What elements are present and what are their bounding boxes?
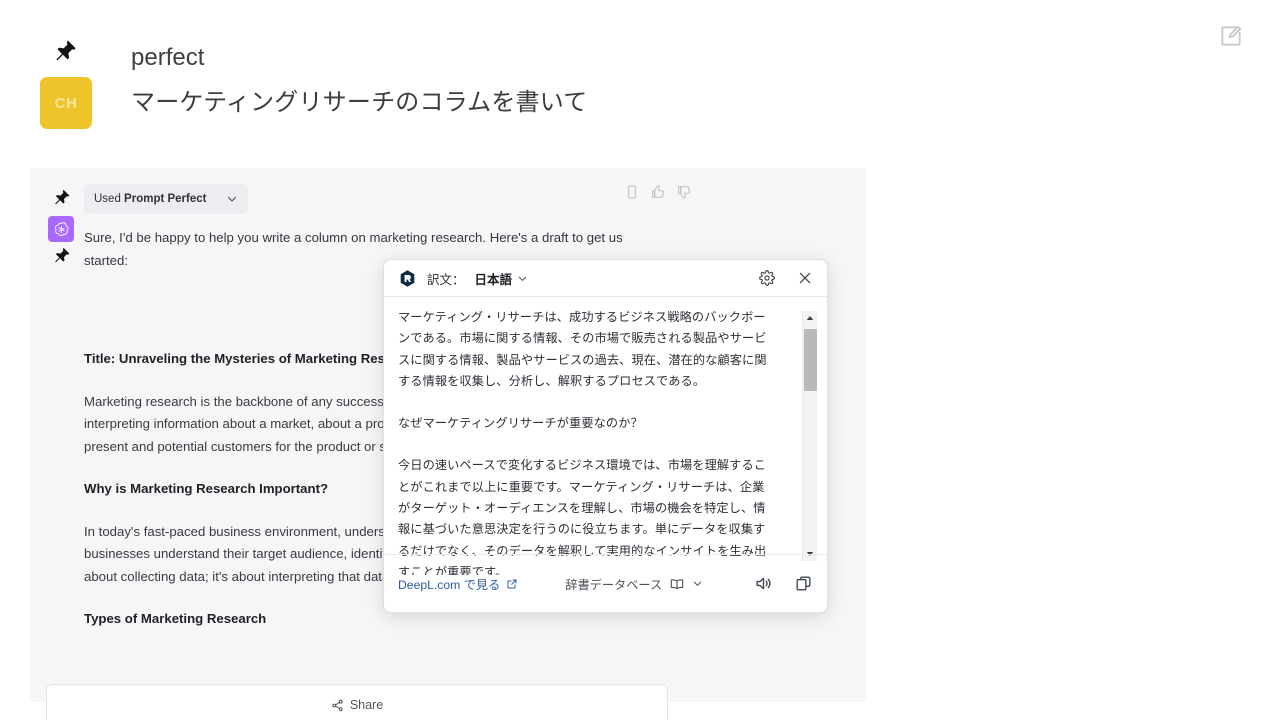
scrollbar-thumb[interactable] [804,329,817,391]
avatar-initials: CH [54,94,78,112]
deepl-language-selector[interactable]: 日本語 [475,269,513,288]
speaker-icon[interactable] [754,574,773,593]
page-title: perfect [131,44,205,71]
message-rail [44,188,78,272]
deepl-popup-footer: DeepL.com で見る 辞書データベース [384,554,827,612]
share-button[interactable]: Share [46,684,668,720]
page-subtitle: マーケティングリサーチのコラムを書いて [131,89,588,116]
deepl-scrollbar[interactable] [802,311,817,561]
book-icon [669,576,685,592]
pin-icon[interactable] [44,246,78,272]
close-icon[interactable] [797,270,813,286]
thumbs-up-icon[interactable] [650,184,666,200]
compose-edit-icon[interactable] [1218,23,1244,49]
share-icon [331,699,344,712]
external-link-icon [506,578,518,590]
deepl-translation-popup: 訳文： 日本語 マーケティング・リサーチは、成功するビジネス戦略のバックボーンで… [383,259,828,613]
page-header: CH perfect マーケティングリサーチのコラムを書いて [0,0,1280,150]
pin-icon [52,38,80,66]
used-prompt-perfect-dropdown[interactable]: Used Prompt Perfect [84,184,248,214]
pin-icon[interactable] [44,188,78,214]
dictionary-database-selector[interactable]: 辞書データベース [565,575,703,593]
message-actions [624,184,692,200]
intro-line-1: Sure, I'd be happy to help you write a c… [84,230,623,245]
chevron-down-icon[interactable] [692,578,703,589]
share-button-label: Share [349,698,384,712]
scroll-up-arrow-icon[interactable] [803,311,817,325]
deepl-logo-icon [398,269,417,288]
copy-stack-icon[interactable] [794,574,813,593]
chatgpt-logo-icon [48,216,74,242]
deepl-site-link[interactable]: DeepL.com で見る [398,575,518,593]
translation-paragraph: マーケティング・リサーチは、成功するビジネス戦略のバックボーンである。市場に関す… [398,310,767,388]
translation-paragraph: なぜマーケティングリサーチが重要なのか？ [398,416,643,431]
dictionary-label: 辞書データベース [565,577,663,592]
prompt-chip-label: Used Prompt Perfect [94,193,207,205]
deepl-translation-text: マーケティング・リサーチは、成功するビジネス戦略のバックボーンである。市場に関す… [398,307,770,575]
chevron-down-icon[interactable] [226,193,238,205]
avatar: CH [40,77,92,129]
deepl-popup-header: 訳文： 日本語 [384,260,827,297]
deepl-site-link-label: DeepL.com で見る [398,577,501,592]
deepl-translation-label: 訳文： [427,272,465,287]
copy-icon[interactable] [624,184,640,200]
chevron-down-icon[interactable] [517,273,528,284]
deepl-translation-body: マーケティング・リサーチは、成功するビジネス戦略のバックボーンである。市場に関す… [384,297,827,575]
gear-icon[interactable] [759,270,775,286]
thumbs-down-icon[interactable] [676,184,692,200]
